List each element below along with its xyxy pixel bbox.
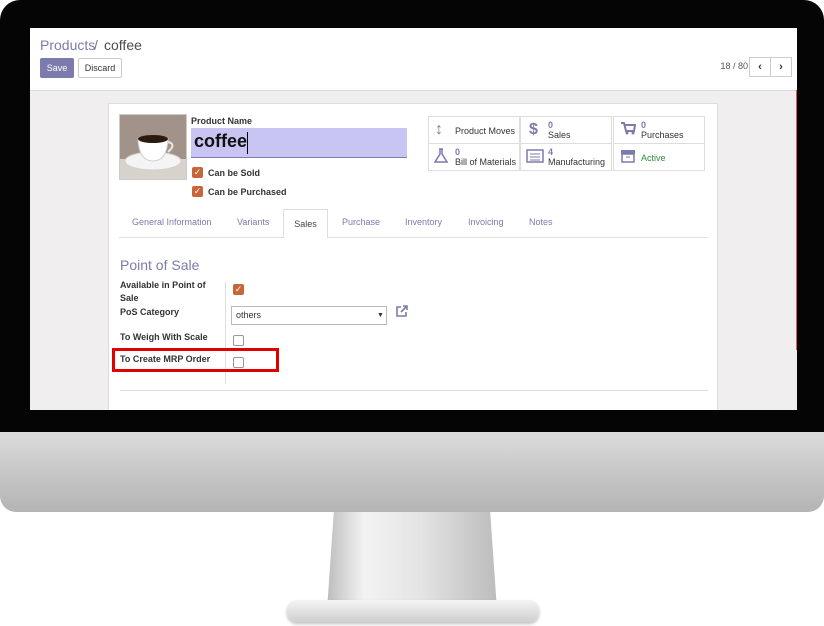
- monitor-chin: [0, 432, 824, 512]
- dollar-icon: $: [529, 121, 538, 138]
- product-moves-button[interactable]: ↕ Product Moves: [428, 116, 520, 144]
- sales-label: Sales: [548, 130, 571, 140]
- pager-next-button[interactable]: ›: [770, 57, 792, 77]
- can-be-purchased-checkbox[interactable]: ✓: [192, 186, 203, 197]
- product-moves-label: Product Moves: [455, 126, 516, 136]
- bom-count: 0: [455, 147, 461, 157]
- bom-label: Bill of Materials: [455, 157, 517, 167]
- available-pos-label-line2: Sale: [120, 293, 139, 303]
- breadcrumb-products-link[interactable]: Products: [40, 37, 95, 53]
- sales-stat-button[interactable]: $ 0 Sales: [520, 116, 612, 144]
- can-be-purchased-label: Can be Purchased: [208, 187, 287, 197]
- bill-of-materials-button[interactable]: 0 Bill of Materials: [428, 143, 520, 171]
- tab-purchase[interactable]: Purchase: [342, 217, 380, 227]
- external-link-icon[interactable]: [395, 304, 409, 321]
- control-panel: Products / coffee Save Discard 18 / 80 ‹…: [30, 28, 797, 91]
- list-icon: [526, 149, 544, 168]
- tab-sales[interactable]: Sales: [283, 209, 328, 238]
- manufacturing-count: 4: [548, 147, 554, 157]
- sales-count: 0: [548, 120, 554, 130]
- section-divider: [120, 390, 708, 391]
- breadcrumb-separator: /: [94, 37, 98, 53]
- purchases-count: 0: [641, 120, 647, 130]
- pager-previous-button[interactable]: ‹: [749, 57, 771, 77]
- tab-variants[interactable]: Variants: [237, 217, 269, 227]
- caret-down-icon: ▼: [377, 312, 384, 319]
- active-label: Active: [641, 153, 666, 163]
- purchases-label: Purchases: [641, 130, 684, 140]
- screen-edge-line: [796, 90, 797, 350]
- pos-category-select[interactable]: others: [231, 306, 387, 325]
- screen: Products / coffee Save Discard 18 / 80 ‹…: [30, 28, 797, 410]
- highlight-box: [112, 348, 279, 372]
- pager-value: 18 / 80: [720, 61, 748, 71]
- pos-category-label: PoS Category: [120, 307, 180, 317]
- form-sheet: Product Name coffee ✓ Can be Sold ✓ Can …: [108, 103, 718, 410]
- to-weigh-label: To Weigh With Scale: [120, 332, 208, 342]
- purchases-stat-button[interactable]: 0 Purchases: [613, 116, 705, 144]
- can-be-sold-label: Can be Sold: [208, 168, 261, 178]
- tabs-baseline: [119, 237, 707, 238]
- flask-icon: [433, 148, 449, 169]
- monitor-stand-neck: [327, 512, 497, 610]
- save-button[interactable]: Save: [40, 58, 74, 78]
- cart-icon: [620, 121, 637, 140]
- tab-inventory[interactable]: Inventory: [405, 217, 442, 227]
- can-be-sold-checkbox[interactable]: ✓: [192, 167, 203, 178]
- active-toggle-button[interactable]: Active: [613, 143, 705, 171]
- available-pos-checkbox[interactable]: ✓: [233, 284, 244, 295]
- section-title: Point of Sale: [120, 257, 200, 273]
- product-name-label: Product Name: [191, 116, 253, 126]
- archive-icon: [620, 149, 636, 168]
- discard-button[interactable]: Discard: [78, 58, 122, 78]
- manufacturing-stat-button[interactable]: 4 Manufacturing: [520, 143, 612, 171]
- available-pos-label-line1: Available in Point of: [120, 280, 206, 290]
- arrows-vertical-icon: ↕: [435, 121, 443, 138]
- chevron-left-icon: ‹: [758, 61, 762, 73]
- breadcrumb-current: coffee: [104, 37, 142, 53]
- product-name-input[interactable]: coffee: [191, 128, 407, 158]
- tab-general-information[interactable]: General Information: [132, 217, 212, 227]
- product-image[interactable]: [119, 114, 187, 180]
- coffee-cup-image: [120, 115, 186, 179]
- tab-invoicing[interactable]: Invoicing: [468, 217, 504, 227]
- to-weigh-checkbox[interactable]: [233, 335, 244, 346]
- manufacturing-label: Manufacturing: [548, 157, 606, 167]
- tab-notes[interactable]: Notes: [529, 217, 553, 227]
- chevron-right-icon: ›: [779, 61, 783, 73]
- monitor-stand-base: [287, 600, 539, 622]
- text-cursor: [247, 132, 248, 154]
